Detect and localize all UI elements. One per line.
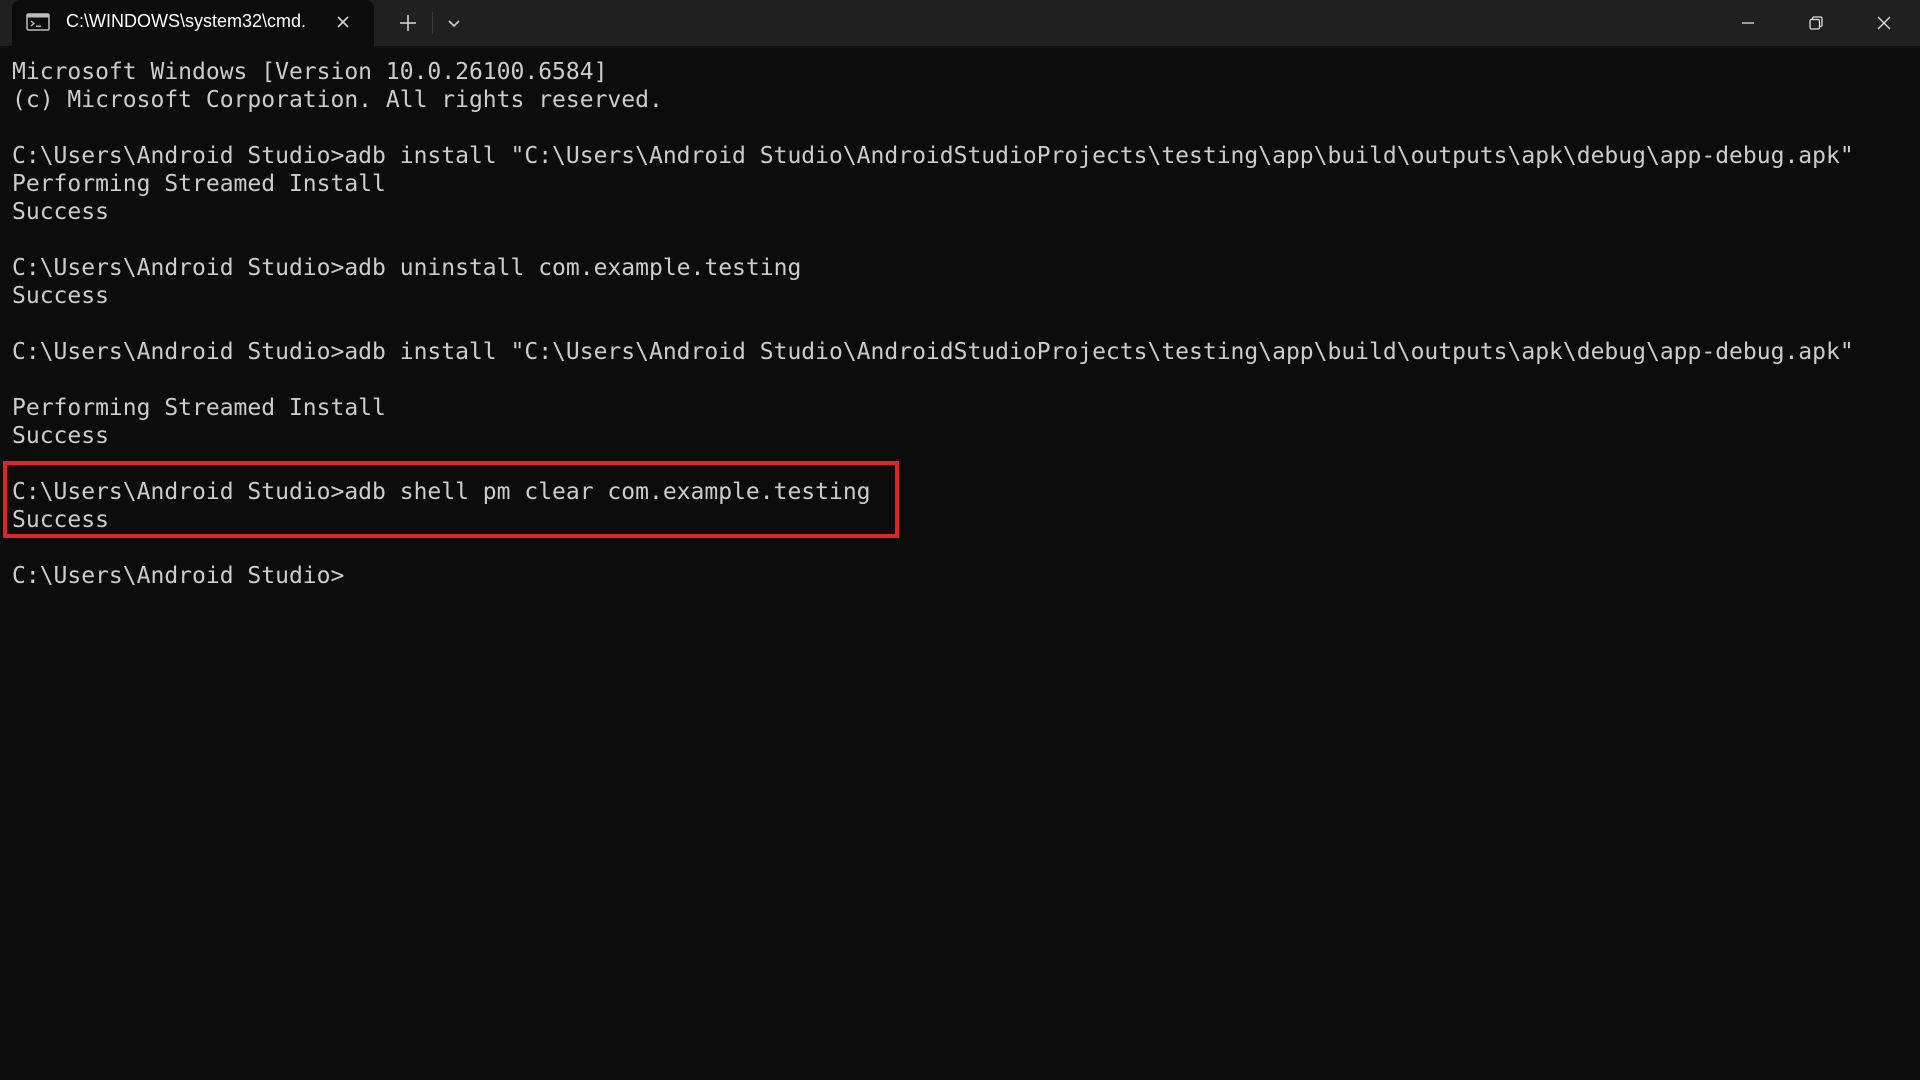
cmd-terminal-icon <box>26 13 50 31</box>
terminal-line: Success <box>12 199 109 225</box>
highlight-annotation-box <box>3 461 899 538</box>
terminal-line: (c) Microsoft Corporation. All rights re… <box>12 87 663 113</box>
title-bar: C:\WINDOWS\system32\cmd. <box>0 0 1920 46</box>
new-tab-plus-icon[interactable] <box>394 9 422 37</box>
tab-close-icon[interactable] <box>332 11 354 33</box>
close-window-button[interactable] <box>1850 0 1918 46</box>
close-icon <box>1877 16 1891 30</box>
minimize-button[interactable] <box>1714 0 1782 46</box>
terminal-line: C:\Users\Android Studio>adb install "C:\… <box>12 143 1854 169</box>
terminal-line: Performing Streamed Install <box>12 171 386 197</box>
tab-separator <box>432 12 433 34</box>
minimize-icon <box>1742 22 1754 24</box>
terminal-line: Microsoft Windows [Version 10.0.26100.65… <box>12 59 608 85</box>
terminal-line: Success <box>12 423 109 449</box>
terminal-line: C:\Users\Android Studio>adb uninstall co… <box>12 255 802 281</box>
terminal-prompt: C:\Users\Android Studio> <box>12 563 345 589</box>
restore-button[interactable] <box>1782 0 1850 46</box>
tab-title: C:\WINDOWS\system32\cmd. <box>66 11 307 31</box>
terminal-line: C:\Users\Android Studio>adb install "C:\… <box>12 339 1854 365</box>
terminal-window: C:\WINDOWS\system32\cmd. Microsoft Windo… <box>0 0 1920 1080</box>
restore-icon <box>1809 16 1823 30</box>
terminal-line: Performing Streamed Install <box>12 395 386 421</box>
chevron-down-icon[interactable] <box>440 9 468 37</box>
tab-cmd[interactable]: C:\WINDOWS\system32\cmd. <box>12 0 374 46</box>
terminal-output[interactable]: Microsoft Windows [Version 10.0.26100.65… <box>12 58 1908 1058</box>
terminal-line: Success <box>12 283 109 309</box>
